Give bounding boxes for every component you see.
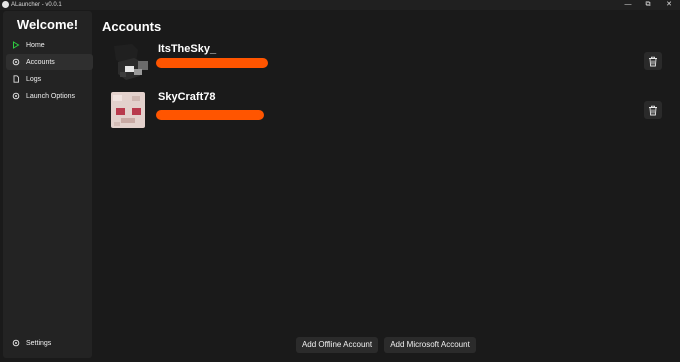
welcome-heading: Welcome! <box>16 17 79 32</box>
maximize-button[interactable]: ⧉ <box>641 0 655 10</box>
sidebar-item-logs[interactable]: Logs <box>6 71 93 87</box>
document-icon <box>12 75 20 83</box>
delete-account-button[interactable] <box>644 101 662 119</box>
sidebar-item-home[interactable]: Home <box>6 37 93 53</box>
account-name: SkyCraft78 <box>158 91 216 103</box>
sidebar: Welcome! Home Accounts Logs Launch Optio… <box>3 11 93 358</box>
play-icon <box>12 41 20 49</box>
sidebar-item-label: Home <box>26 41 45 49</box>
title-bar: ALauncher - v0.0.1 — ⧉ ✕ <box>0 0 680 10</box>
account-name: ItsTheSky_ <box>158 43 217 55</box>
gear-icon <box>12 58 20 66</box>
gear-icon <box>12 92 20 100</box>
window-title: ALauncher - v0.0.1 <box>11 2 62 8</box>
add-offline-account-button[interactable]: Add Offline Account <box>296 337 378 353</box>
sidebar-item-label: Settings <box>26 339 52 347</box>
sidebar-item-settings[interactable]: Settings <box>6 335 93 351</box>
page-title: Accounts <box>102 19 162 34</box>
avatar <box>108 42 148 82</box>
minimize-button[interactable]: — <box>621 0 635 10</box>
redacted-email <box>156 110 264 120</box>
trash-icon <box>649 105 657 115</box>
sidebar-item-label: Launch Options <box>26 92 76 100</box>
account-row: ItsTheSky_ <box>108 42 668 88</box>
app-logo-icon <box>2 1 9 8</box>
sidebar-item-label: Logs <box>26 75 42 83</box>
delete-account-button[interactable] <box>644 52 662 70</box>
redacted-email <box>156 58 268 68</box>
close-button[interactable]: ✕ <box>662 0 676 10</box>
sidebar-item-label: Accounts <box>26 58 55 66</box>
trash-icon <box>649 56 657 66</box>
account-row: SkyCraft78 <box>108 90 668 136</box>
gear-icon <box>12 339 20 347</box>
sidebar-item-accounts[interactable]: Accounts <box>6 54 93 70</box>
sidebar-item-launch-options[interactable]: Launch Options <box>6 88 93 104</box>
add-microsoft-account-button[interactable]: Add Microsoft Account <box>384 337 476 353</box>
avatar <box>111 92 145 128</box>
